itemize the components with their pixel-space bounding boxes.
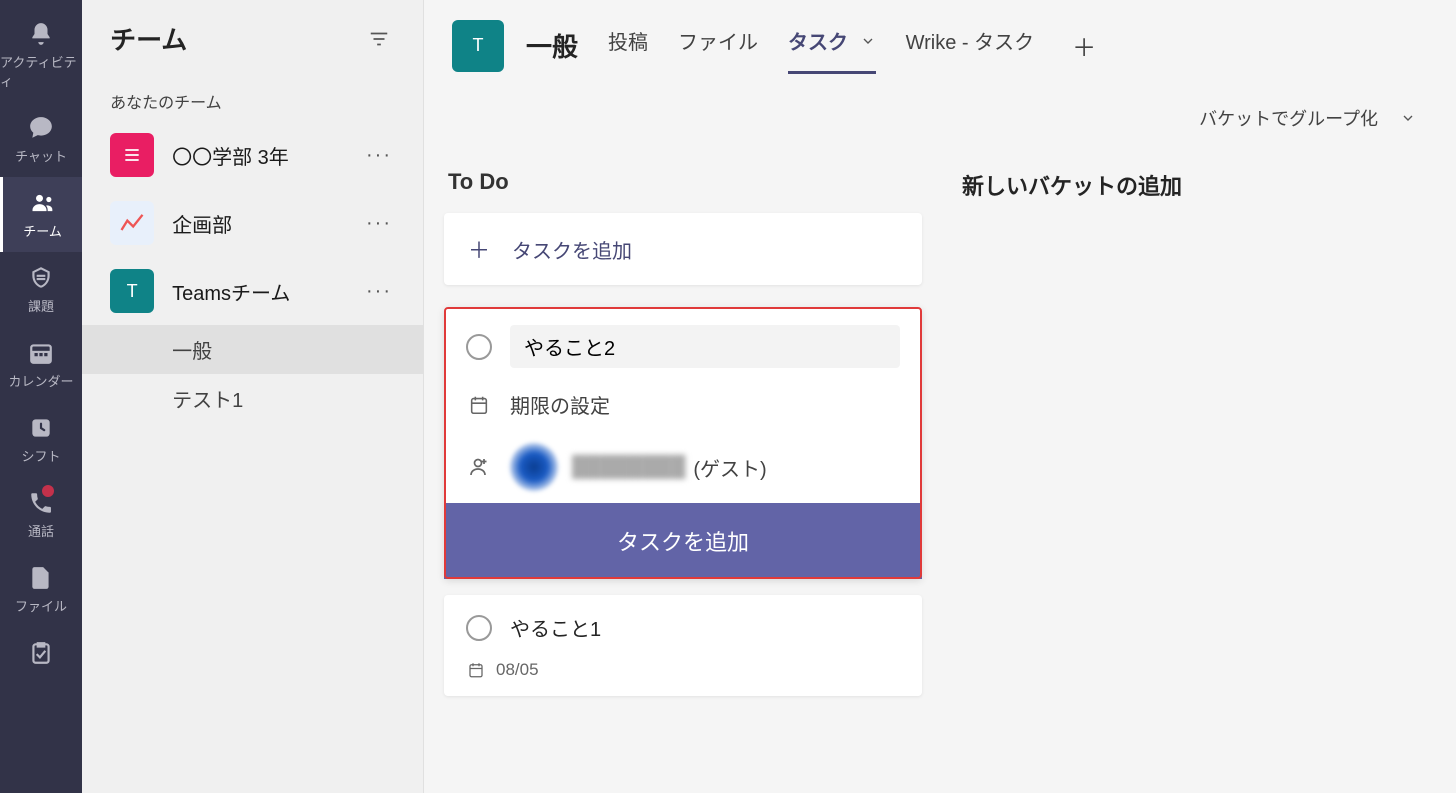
team-item[interactable]: T Teamsチーム ··· bbox=[82, 257, 423, 325]
rail-label: アクティビティ bbox=[0, 52, 82, 90]
rail-shifts[interactable]: シフト bbox=[0, 402, 82, 477]
teams-icon bbox=[29, 189, 57, 217]
notification-badge bbox=[42, 485, 54, 497]
plus-icon: ＋ bbox=[468, 233, 490, 265]
rail-activity[interactable]: アクティビティ bbox=[0, 8, 82, 102]
task-card[interactable]: やること1 08/05 bbox=[444, 595, 922, 696]
team-avatar: T bbox=[110, 269, 154, 313]
rail-call[interactable]: 通話 bbox=[0, 477, 82, 552]
task-title-input[interactable] bbox=[510, 325, 900, 368]
team-item[interactable]: 〇〇学部 3年 ··· bbox=[82, 121, 423, 189]
tab-label: タスク bbox=[788, 32, 848, 54]
channel-header: T 一般 投稿 ファイル タスク Wrike - タスク ＋ bbox=[424, 0, 1456, 91]
main-content: T 一般 投稿 ファイル タスク Wrike - タスク ＋ バケットでグループ… bbox=[424, 0, 1456, 793]
due-date-row[interactable]: 期限の設定 bbox=[444, 378, 922, 431]
add-task-label: タスクを追加 bbox=[512, 235, 632, 264]
panel-title: チーム bbox=[110, 20, 187, 57]
filter-button[interactable] bbox=[363, 23, 395, 55]
new-bucket-label[interactable]: 新しいバケットの追加 bbox=[958, 161, 1436, 219]
team-more-button[interactable]: ··· bbox=[363, 280, 395, 303]
chat-icon bbox=[27, 114, 55, 142]
task-date: 08/05 bbox=[496, 660, 539, 680]
rail-label: 課題 bbox=[28, 296, 54, 315]
groupby-label: バケットでグループ化 bbox=[1199, 105, 1378, 131]
app-rail: アクティビティ チャット チーム 課題 カレンダー シフト 通話 bbox=[0, 0, 82, 793]
bucket-title: To Do bbox=[444, 161, 922, 213]
rail-more[interactable] bbox=[0, 627, 82, 683]
assignee-name: ████████ bbox=[572, 456, 685, 479]
channel-general[interactable]: 一般 bbox=[82, 325, 423, 374]
task-board: To Do ＋ タスクを追加 期限の設定 bbox=[424, 141, 1456, 793]
team-name: 企画部 bbox=[172, 209, 363, 238]
bell-icon bbox=[27, 20, 55, 48]
calendar-icon bbox=[27, 339, 55, 367]
task-complete-circle[interactable] bbox=[466, 334, 492, 360]
task-card-expanded: 期限の設定 ████████ (ゲスト) タスクを追加 bbox=[444, 307, 922, 579]
your-teams-label: あなたのチーム bbox=[82, 73, 423, 121]
assignee-row[interactable]: ████████ (ゲスト) bbox=[444, 431, 922, 503]
rail-teams[interactable]: チーム bbox=[0, 177, 82, 252]
clipboard-check-icon bbox=[27, 639, 55, 667]
channel-test1[interactable]: テスト1 bbox=[82, 374, 423, 423]
team-avatar bbox=[110, 133, 154, 177]
calendar-icon bbox=[466, 392, 492, 418]
rail-files[interactable]: ファイル bbox=[0, 552, 82, 627]
shifts-icon bbox=[27, 414, 55, 442]
file-icon bbox=[27, 564, 55, 592]
groupby-dropdown[interactable]: バケットでグループ化 bbox=[424, 91, 1456, 141]
team-name: 〇〇学部 3年 bbox=[172, 141, 363, 170]
rail-label: ファイル bbox=[15, 596, 67, 615]
team-item[interactable]: 企画部 ··· bbox=[82, 189, 423, 257]
task-complete-circle[interactable] bbox=[466, 615, 492, 641]
rail-assignments[interactable]: 課題 bbox=[0, 252, 82, 327]
chevron-down-icon bbox=[1400, 110, 1416, 126]
assignments-icon bbox=[27, 264, 55, 292]
tab-tasks[interactable]: タスク bbox=[788, 18, 876, 73]
teams-panel: チーム あなたのチーム 〇〇学部 3年 ··· 企画部 ··· T Teamsチ… bbox=[82, 0, 424, 793]
calendar-icon bbox=[466, 660, 486, 680]
add-task-button[interactable]: タスクを追加 bbox=[444, 503, 922, 579]
due-date-label: 期限の設定 bbox=[510, 390, 610, 419]
team-name: Teamsチーム bbox=[172, 277, 363, 306]
rail-label: シフト bbox=[22, 446, 61, 465]
rail-chat[interactable]: チャット bbox=[0, 102, 82, 177]
add-tab-button[interactable]: ＋ bbox=[1072, 28, 1096, 63]
team-more-button[interactable]: ··· bbox=[363, 144, 395, 167]
channel-title: 一般 bbox=[526, 27, 578, 64]
add-task-bar[interactable]: ＋ タスクを追加 bbox=[444, 213, 922, 285]
tab-posts[interactable]: 投稿 bbox=[608, 18, 648, 73]
assignee-avatar bbox=[510, 443, 558, 491]
tab-files[interactable]: ファイル bbox=[678, 18, 758, 73]
bucket-todo: To Do ＋ タスクを追加 期限の設定 bbox=[444, 161, 922, 793]
rail-calendar[interactable]: カレンダー bbox=[0, 327, 82, 402]
rail-label: 通話 bbox=[28, 521, 54, 540]
assign-person-icon bbox=[466, 454, 492, 480]
bucket-new: 新しいバケットの追加 bbox=[958, 161, 1436, 793]
rail-label: チャット bbox=[15, 146, 67, 165]
channel-avatar: T bbox=[452, 20, 504, 72]
task-title: やること1 bbox=[510, 613, 601, 642]
rail-label: チーム bbox=[23, 221, 62, 240]
rail-label: カレンダー bbox=[9, 371, 74, 390]
tab-wrike[interactable]: Wrike - タスク bbox=[906, 18, 1035, 73]
guest-label: (ゲスト) bbox=[693, 453, 766, 482]
team-more-button[interactable]: ··· bbox=[363, 212, 395, 235]
chevron-down-icon bbox=[860, 33, 876, 49]
team-avatar bbox=[110, 201, 154, 245]
